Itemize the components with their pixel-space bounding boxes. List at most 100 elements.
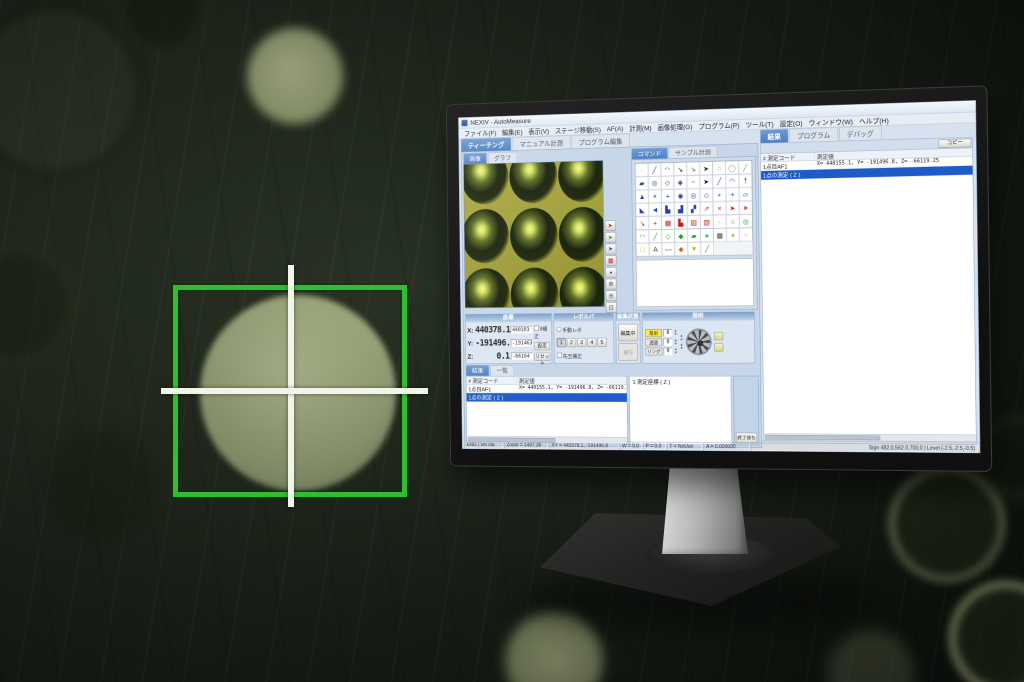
measure-tool-icon[interactable]: ↗ bbox=[700, 202, 713, 216]
light-level-field[interactable]: 0 bbox=[664, 347, 673, 355]
measure-tool-icon[interactable]: ▼ bbox=[688, 242, 701, 256]
image-tool-button[interactable]: ➤ bbox=[605, 220, 616, 231]
axis-target-field[interactable]: -66164 bbox=[511, 352, 533, 360]
light-level-field[interactable]: 8 bbox=[663, 329, 672, 337]
image-tool-button[interactable]: ▦ bbox=[605, 255, 616, 266]
results-tab[interactable]: 結果 bbox=[760, 129, 789, 143]
measure-tool-icon[interactable]: ▙ bbox=[674, 216, 687, 230]
image-tool-button[interactable]: ⊖ bbox=[606, 290, 617, 301]
measure-tool-icon[interactable]: ♦ bbox=[726, 228, 739, 242]
measure-tool-icon[interactable]: ◣ bbox=[636, 203, 649, 217]
measure-tool-icon[interactable]: † bbox=[739, 174, 752, 188]
light-level-field[interactable]: 0 bbox=[663, 338, 672, 346]
measure-tool-icon[interactable]: ↘ bbox=[636, 216, 649, 230]
scrollbar-thumb[interactable] bbox=[468, 438, 555, 443]
light-fine-spinner[interactable]: ▲▼ bbox=[680, 334, 684, 341]
measure-tool-icon[interactable]: ◎ bbox=[648, 176, 661, 190]
image-tool-button[interactable]: ➤ bbox=[605, 244, 616, 255]
light-level-spinner[interactable]: ▲▼ bbox=[674, 348, 678, 355]
measure-tool-icon[interactable]: ◠ bbox=[661, 163, 674, 177]
measure-tool-icon[interactable]: ◆ bbox=[674, 176, 687, 190]
menu-item[interactable]: 表示(V) bbox=[526, 125, 552, 136]
bottom-tab[interactable]: 結果 bbox=[466, 365, 490, 376]
measure-tool-icon[interactable]: ▰ bbox=[635, 176, 648, 190]
horizontal-scrollbar[interactable] bbox=[764, 433, 976, 441]
measure-tool-icon[interactable]: + bbox=[649, 216, 662, 230]
measure-tool-icon[interactable]: + bbox=[713, 188, 726, 202]
measure-tool-icon[interactable]: ▱ bbox=[739, 187, 752, 201]
measure-tool-icon[interactable]: ╱ bbox=[739, 160, 752, 174]
light-level-spinner[interactable]: ▲▼ bbox=[674, 338, 678, 345]
measure-tool-icon[interactable]: ▨ bbox=[687, 215, 700, 229]
measure-tool-icon[interactable]: ◆ bbox=[675, 242, 688, 256]
coordinate-reset-button[interactable]: リセット bbox=[534, 353, 550, 361]
light-level-spinner[interactable]: ▲▼ bbox=[674, 329, 678, 336]
menu-item[interactable]: 編集(E) bbox=[500, 126, 526, 137]
image-tool-button[interactable]: ⊡ bbox=[606, 302, 617, 313]
measure-tool-icon[interactable]: ▰ bbox=[687, 229, 700, 243]
measure-tool-icon[interactable]: ➤ bbox=[700, 161, 713, 175]
horizontal-scrollbar[interactable] bbox=[467, 436, 627, 444]
measure-tool-icon[interactable]: ▦ bbox=[713, 228, 726, 242]
command-list-box[interactable] bbox=[636, 258, 754, 307]
measure-tool-icon[interactable]: ◠ bbox=[636, 230, 649, 244]
measure-tool-icon[interactable]: A bbox=[649, 243, 662, 257]
measure-tool-icon[interactable]: ◇ bbox=[662, 229, 675, 243]
image-tool-button[interactable]: ⊕ bbox=[605, 279, 616, 290]
measure-tool-icon[interactable]: ╱ bbox=[648, 163, 661, 177]
image-tab[interactable]: グラフ bbox=[488, 152, 518, 164]
measure-tool-icon[interactable]: · bbox=[713, 215, 726, 229]
theta-correction-checkbox[interactable]: θ補正 bbox=[534, 324, 550, 339]
measure-tool-icon[interactable]: × bbox=[713, 201, 726, 215]
measure-tool-icon[interactable]: ○ bbox=[713, 161, 726, 175]
light-preset-button[interactable] bbox=[714, 332, 723, 340]
objective-select-button[interactable]: 5 bbox=[597, 338, 606, 347]
measure-tool-icon[interactable]: ○ bbox=[726, 215, 739, 229]
edit-state-button[interactable]: 実行 bbox=[618, 343, 638, 360]
measure-tool-icon[interactable]: ▙ bbox=[661, 203, 674, 217]
axis-target-field[interactable]: 440103 bbox=[511, 326, 533, 334]
measure-tool-icon[interactable]: ◇ bbox=[661, 176, 674, 190]
coordinate-set-button[interactable]: 設定 bbox=[534, 342, 550, 350]
measure-tool-icon[interactable]: □ bbox=[636, 243, 649, 256]
table-row[interactable]: 1点の測定 ( Z ) bbox=[467, 393, 627, 402]
menu-item[interactable]: 計測(M) bbox=[627, 122, 654, 134]
objective-select-button[interactable]: 1 bbox=[557, 338, 566, 347]
measure-tool-icon[interactable]: ╱ bbox=[649, 229, 662, 243]
objective-select-button[interactable]: 2 bbox=[567, 338, 576, 347]
results-tab[interactable]: プログラム bbox=[789, 127, 838, 142]
edit-state-button[interactable]: 編集中 bbox=[618, 324, 638, 341]
image-tab[interactable]: 画像 bbox=[463, 153, 487, 165]
lens-correction-checkbox[interactable]: 先玉補正 bbox=[557, 351, 611, 359]
measure-tool-icon[interactable]: ○ bbox=[739, 228, 752, 242]
measure-tool-icon[interactable]: ◯ bbox=[726, 161, 739, 175]
measure-tool-icon[interactable]: × bbox=[648, 189, 661, 203]
image-tool-button[interactable]: ➤ bbox=[605, 232, 616, 243]
measure-tool-icon[interactable]: ~ bbox=[687, 175, 700, 189]
measure-tool-icon[interactable]: ◠ bbox=[726, 174, 739, 188]
measure-tool-icon[interactable]: ↘ bbox=[674, 162, 687, 176]
image-tool-button[interactable]: ▪ bbox=[605, 267, 616, 278]
objective-select-button[interactable]: 4 bbox=[587, 338, 596, 347]
camera-live-view[interactable] bbox=[463, 160, 604, 308]
measure-tool-icon[interactable]: ◄ bbox=[649, 203, 662, 217]
light-fine-spinner[interactable]: ▲▼ bbox=[680, 343, 684, 350]
objective-select-button[interactable]: 3 bbox=[577, 338, 586, 347]
scrollbar-thumb[interactable] bbox=[765, 435, 880, 440]
axis-target-field[interactable]: -191463 bbox=[511, 339, 533, 347]
bottom-tab[interactable]: 一覧 bbox=[490, 365, 514, 376]
measure-tool-icon[interactable]: + bbox=[661, 189, 674, 203]
measure-tool-icon[interactable]: ╱ bbox=[701, 242, 714, 256]
measure-tool-icon[interactable]: ▧ bbox=[700, 215, 713, 229]
menu-item[interactable]: AF(A) bbox=[604, 124, 626, 133]
results-tab[interactable]: デバッグ bbox=[839, 126, 882, 141]
measure-tool-icon[interactable]: ➤ bbox=[739, 201, 752, 215]
measure-tool-icon[interactable]: ∗ bbox=[700, 228, 713, 242]
measure-tool-icon[interactable]: ◆ bbox=[675, 229, 688, 243]
manual-revolver-radio[interactable]: 手動レボ bbox=[557, 326, 611, 334]
measure-tool-icon[interactable]: ▲ bbox=[636, 190, 649, 204]
measure-tool-icon[interactable]: ◎ bbox=[687, 189, 700, 203]
table-row[interactable]: 1点目AF1 X= 440155.1, Y= -191496.8, Z= -66… bbox=[466, 385, 626, 394]
measure-tool-icon[interactable]: ◎ bbox=[739, 214, 752, 228]
copy-button[interactable]: コピー bbox=[938, 138, 971, 147]
